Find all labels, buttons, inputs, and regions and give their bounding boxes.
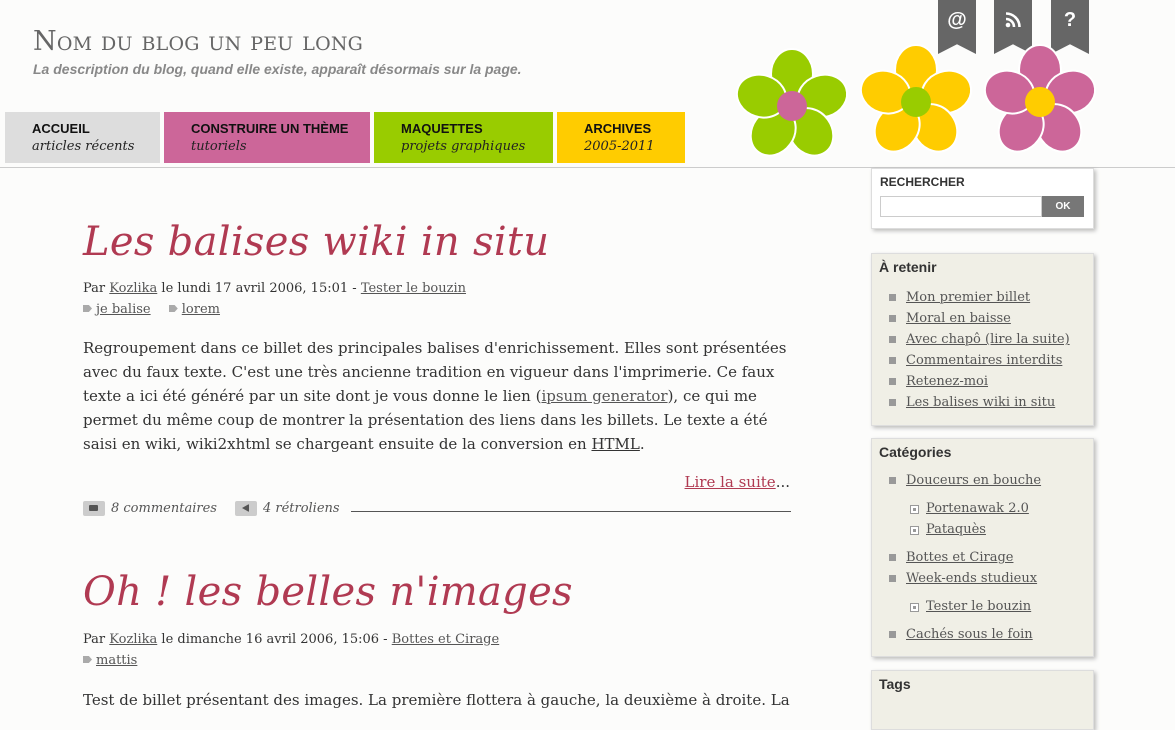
post-link[interactable]: Commentaires interdits [906, 353, 1062, 368]
tab-label: MAQUETTES [401, 121, 483, 136]
tab-sublabel: 2005-2011 [584, 139, 655, 154]
yellow-flower-icon [859, 44, 973, 153]
list-item: Retenez-moi [879, 371, 1086, 392]
post-link[interactable]: Retenez-moi [906, 374, 988, 389]
list-item: Avec chapô (lire la suite) [879, 329, 1086, 350]
post-link[interactable]: Mon premier billet [906, 290, 1030, 305]
tag-link[interactable]: lorem [182, 302, 220, 317]
post-tags: je balise lorem [83, 302, 234, 317]
tab-archives[interactable]: ARCHIVES 2005-2011 [557, 112, 685, 163]
meta-prefix: Par [83, 632, 106, 647]
read-more-ellipsis: ... [775, 473, 790, 491]
category-link[interactable]: Tester le bouzin [361, 281, 466, 296]
tags-widget: Tags [871, 670, 1094, 730]
list-item: Les balises wiki in situ [879, 392, 1086, 413]
tag-link[interactable]: mattis [96, 653, 137, 668]
list-item: Portenawak 2.0 [879, 498, 1086, 519]
search-ok-button[interactable]: OK [1042, 196, 1084, 217]
tab-maquettes[interactable]: MAQUETTES projets graphiques [374, 112, 553, 163]
trackbacks-count[interactable]: 4 rétroliens [263, 501, 340, 516]
ipsum-generator-link[interactable]: ipsum generator [541, 387, 667, 405]
post-excerpt: Test de billet présentant des images. La… [83, 688, 795, 712]
tab-sublabel: tutoriels [191, 139, 247, 154]
tag-icon [83, 656, 92, 663]
category-link[interactable]: Bottes et Cirage [392, 632, 499, 647]
at-icon: @ [947, 9, 967, 31]
list-item: Bottes et Cirage [879, 547, 1086, 568]
subcategory-link[interactable]: Tester le bouzin [926, 599, 1031, 614]
tab-accueil[interactable]: ACCUEIL articles récents [5, 112, 160, 163]
post-date: le dimanche 16 avril 2006, 15:06 - [161, 632, 388, 647]
widget-title: Catégories [879, 444, 952, 460]
list-item: Tester le bouzin [879, 596, 1086, 617]
read-more: Lire la suite... [685, 473, 790, 491]
blog-description: La description du blog, quand elle exist… [33, 61, 522, 77]
subcategory-link[interactable]: Pataquès [926, 522, 986, 537]
list-item: Pataquès [879, 519, 1086, 540]
list-item: Moral en baisse [879, 308, 1086, 329]
search-input[interactable] [880, 196, 1042, 217]
post-meta: Par Kozlika le lundi 17 avril 2006, 15:0… [83, 281, 466, 296]
post-link[interactable]: Les balises wiki in situ [906, 395, 1055, 410]
author-link[interactable]: Kozlika [109, 281, 157, 296]
help-icon: ? [1063, 9, 1077, 31]
tag-icon [83, 305, 92, 312]
widget-title: À retenir [879, 259, 937, 275]
selected-posts-widget: À retenir Mon premier billet Moral en ba… [871, 253, 1094, 426]
post-title[interactable]: Les balises wiki in situ [83, 218, 549, 266]
rss-icon [1005, 12, 1021, 28]
subcategory-link[interactable]: Portenawak 2.0 [926, 501, 1029, 516]
excerpt-text: . [639, 435, 645, 453]
read-more-link[interactable]: Lire la suite [685, 473, 776, 491]
tab-sublabel: projets graphiques [401, 139, 526, 154]
author-link[interactable]: Kozlika [109, 632, 157, 647]
list-item: Cachés sous le foin [879, 624, 1086, 645]
green-flower-icon [735, 48, 849, 157]
tag-link[interactable]: je balise [96, 302, 151, 317]
tab-sublabel: articles récents [32, 139, 135, 154]
categories-widget: Catégories Douceurs en bouche Portenawak… [871, 438, 1094, 657]
post-link[interactable]: Avec chapô (lire la suite) [906, 332, 1070, 347]
selected-posts-list: Mon premier billet Moral en baisse Avec … [879, 287, 1086, 413]
pink-flower-icon [983, 44, 1097, 153]
category-link[interactable]: Bottes et Cirage [906, 550, 1013, 565]
meta-prefix: Par [83, 281, 106, 296]
post-meta: Par Kozlika le dimanche 16 avril 2006, 1… [83, 632, 499, 647]
tab-label: ACCUEIL [32, 121, 90, 136]
post-excerpt: Regroupement dans ce billet des principa… [83, 336, 795, 456]
tag-icon [168, 305, 178, 312]
comments-count[interactable]: 8 commentaires [111, 501, 217, 516]
main-nav: ACCUEIL articles récents CONSTRUIRE UN T… [5, 112, 685, 163]
comments-icon [83, 500, 105, 516]
search-widget: RECHERCHER OK [871, 168, 1094, 229]
categories-list: Douceurs en bouche Portenawak 2.0 Pataqu… [879, 470, 1086, 645]
category-link[interactable]: Cachés sous le foin [906, 627, 1033, 642]
category-link[interactable]: Week-ends studieux [906, 571, 1037, 586]
post-tags: mattis [83, 653, 151, 668]
html-abbr: HTML [591, 435, 640, 453]
post-title[interactable]: Oh ! les belles n'images [83, 568, 573, 616]
blog-title[interactable]: Nom du blog un peu long [33, 26, 363, 58]
flowers-decoration [735, 44, 1097, 157]
excerpt-text: Test de billet présentant des images. La… [83, 691, 790, 709]
list-item: Mon premier billet [879, 287, 1086, 308]
list-item: Douceurs en bouche [879, 470, 1086, 491]
category-link[interactable]: Douceurs en bouche [906, 473, 1041, 488]
list-item: Week-ends studieux [879, 568, 1086, 589]
post-link[interactable]: Moral en baisse [906, 311, 1011, 326]
post-feedback: 8 commentaires 4 rétroliens [83, 500, 340, 516]
trackbacks-icon [234, 500, 257, 516]
search-title: RECHERCHER [880, 175, 965, 189]
tab-construire-theme[interactable]: CONSTRUIRE UN THÈME tutoriels [164, 112, 370, 163]
tab-label: CONSTRUIRE UN THÈME [191, 121, 349, 136]
post-date: le lundi 17 avril 2006, 15:01 - [161, 281, 357, 296]
widget-title: Tags [879, 676, 911, 692]
post-divider [351, 511, 791, 512]
tab-label: ARCHIVES [584, 121, 652, 136]
list-item: Commentaires interdits [879, 350, 1086, 371]
